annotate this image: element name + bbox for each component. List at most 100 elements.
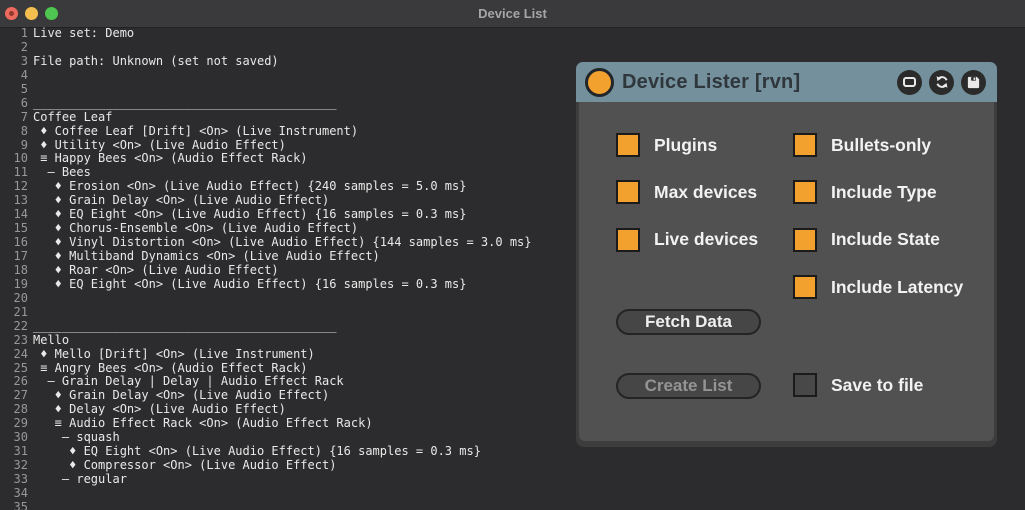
line-text: ♦ EQ Eight <On> (Live Audio Effect) {16 … <box>28 445 481 459</box>
line-text: ♦ Coffee Leaf [Drift] <On> (Live Instrum… <box>28 125 358 139</box>
fetch-data-button[interactable]: Fetch Data <box>616 309 761 335</box>
window-frame-button[interactable] <box>897 70 922 95</box>
line-text: ♦ Roar <On> (Live Audio Effect) <box>28 264 279 278</box>
window-frame-icon <box>903 77 916 87</box>
editor-line: 6_______________________________________… <box>0 97 575 111</box>
line-text: ♦ Erosion <On> (Live Audio Effect) {240 … <box>28 180 466 194</box>
line-number: 12 <box>0 180 28 194</box>
save-file-button[interactable] <box>961 70 986 95</box>
panel-header-buttons <box>897 70 986 95</box>
editor-line: 25 ≡ Angry Bees <On> (Audio Effect Rack) <box>0 362 575 376</box>
line-text <box>28 41 33 55</box>
line-number: 16 <box>0 236 28 250</box>
line-text: – Bees <box>28 166 91 180</box>
line-text: ≡ Angry Bees <On> (Audio Effect Rack) <box>28 362 308 376</box>
create-list-button[interactable]: Create List <box>616 373 761 399</box>
editor-line: 2 <box>0 41 575 55</box>
line-number: 10 <box>0 152 28 166</box>
panel-body: Plugins Max devices Live devices Bullets-o… <box>579 102 994 441</box>
line-text: ________________________________________… <box>28 97 336 111</box>
checkbox-row: Include Type <box>793 180 937 204</box>
device-lister-panel: Device Lister [rvn] <box>576 62 997 447</box>
sync-icon <box>934 74 950 90</box>
line-text <box>28 83 33 97</box>
device-list-text-editor[interactable]: 1Live set: Demo23File path: Unknown (set… <box>0 27 575 510</box>
include-type-checkbox[interactable] <box>793 180 817 204</box>
include-state-checkbox[interactable] <box>793 228 817 252</box>
line-number: 25 <box>0 362 28 376</box>
line-text: ♦ Grain Delay <On> (Live Audio Effect) <box>28 389 329 403</box>
line-text <box>28 292 33 306</box>
line-number: 14 <box>0 208 28 222</box>
editor-line: 5 <box>0 83 575 97</box>
line-number: 2 <box>0 41 28 55</box>
line-number: 13 <box>0 194 28 208</box>
bullets-only-checkbox[interactable] <box>793 133 817 157</box>
line-text <box>28 69 33 83</box>
line-text: ________________________________________… <box>28 320 336 334</box>
line-text <box>28 487 33 501</box>
editor-line: 15 ♦ Chorus-Ensemble <On> (Live Audio Ef… <box>0 222 575 236</box>
include-latency-checkbox[interactable] <box>793 275 817 299</box>
checkbox-row: Include Latency <box>793 275 963 299</box>
save-to-file-checkbox[interactable] <box>793 373 817 397</box>
line-text: File path: Unknown (set not saved) <box>28 55 279 69</box>
line-number: 7 <box>0 111 28 125</box>
editor-line: 7Coffee Leaf <box>0 111 575 125</box>
sync-button[interactable] <box>929 70 954 95</box>
editor-line: 30 – squash <box>0 431 575 445</box>
checkbox-label: Bullets-only <box>831 135 931 156</box>
line-text: ♦ Chorus-Ensemble <On> (Live Audio Effec… <box>28 222 358 236</box>
line-text <box>28 306 33 320</box>
editor-line: 26 – Grain Delay | Delay | Audio Effect … <box>0 375 575 389</box>
editor-line: 4 <box>0 69 575 83</box>
panel-header: Device Lister [rvn] <box>576 62 997 102</box>
window-title: Device List <box>0 0 1025 28</box>
line-text <box>28 501 33 510</box>
checkbox-row: Include State <box>793 228 940 252</box>
line-number: 28 <box>0 403 28 417</box>
save-to-file-label: Save to file <box>831 375 923 396</box>
window-titlebar: Device List <box>0 0 1025 28</box>
editor-line: 18 ♦ Roar <On> (Live Audio Effect) <box>0 264 575 278</box>
line-text: Live set: Demo <box>28 27 134 41</box>
editor-line: 14 ♦ EQ Eight <On> (Live Audio Effect) {… <box>0 208 575 222</box>
line-text: ♦ Mello [Drift] <On> (Live Instrument) <box>28 348 315 362</box>
editor-line: 27 ♦ Grain Delay <On> (Live Audio Effect… <box>0 389 575 403</box>
line-text: – Grain Delay | Delay | Audio Effect Rac… <box>28 375 344 389</box>
plugins-checkbox[interactable] <box>616 133 640 157</box>
checkbox-label: Include State <box>831 229 940 250</box>
editor-line: 3File path: Unknown (set not saved) <box>0 55 575 69</box>
line-text: ♦ Grain Delay <On> (Live Audio Effect) <box>28 194 329 208</box>
checkbox-label: Max devices <box>654 182 757 203</box>
line-text: ≡ Happy Bees <On> (Audio Effect Rack) <box>28 152 308 166</box>
line-text: ♦ Multiband Dynamics <On> (Live Audio Ef… <box>28 250 380 264</box>
live-devices-checkbox[interactable] <box>616 228 640 252</box>
panel-title: Device Lister [rvn] <box>622 71 800 94</box>
max-devices-checkbox[interactable] <box>616 180 640 204</box>
editor-line: 31 ♦ EQ Eight <On> (Live Audio Effect) {… <box>0 445 575 459</box>
line-number: 23 <box>0 334 28 348</box>
save-to-file-row: Save to file <box>793 373 923 397</box>
checkbox-row: Live devices <box>616 228 758 252</box>
line-number: 24 <box>0 348 28 362</box>
editor-line: 34 <box>0 487 575 501</box>
line-number: 5 <box>0 83 28 97</box>
line-number: 1 <box>0 27 28 41</box>
line-text: – regular <box>28 473 127 487</box>
line-number: 26 <box>0 375 28 389</box>
line-number: 19 <box>0 278 28 292</box>
editor-line: 19 ♦ EQ Eight <On> (Live Audio Effect) {… <box>0 278 575 292</box>
editor-line: 12 ♦ Erosion <On> (Live Audio Effect) {2… <box>0 180 575 194</box>
checkbox-row: Plugins <box>616 133 717 157</box>
checkbox-label: Plugins <box>654 135 717 156</box>
device-power-toggle[interactable] <box>585 68 614 97</box>
editor-line: 32 ♦ Compressor <On> (Live Audio Effect) <box>0 459 575 473</box>
editor-line: 1Live set: Demo <box>0 27 575 41</box>
editor-line: 8 ♦ Coffee Leaf [Drift] <On> (Live Instr… <box>0 125 575 139</box>
editor-line: 11 – Bees <box>0 166 575 180</box>
line-number: 33 <box>0 473 28 487</box>
line-number: 11 <box>0 166 28 180</box>
checkbox-label: Include Type <box>831 182 937 203</box>
editor-line: 28 ♦ Delay <On> (Live Audio Effect) <box>0 403 575 417</box>
